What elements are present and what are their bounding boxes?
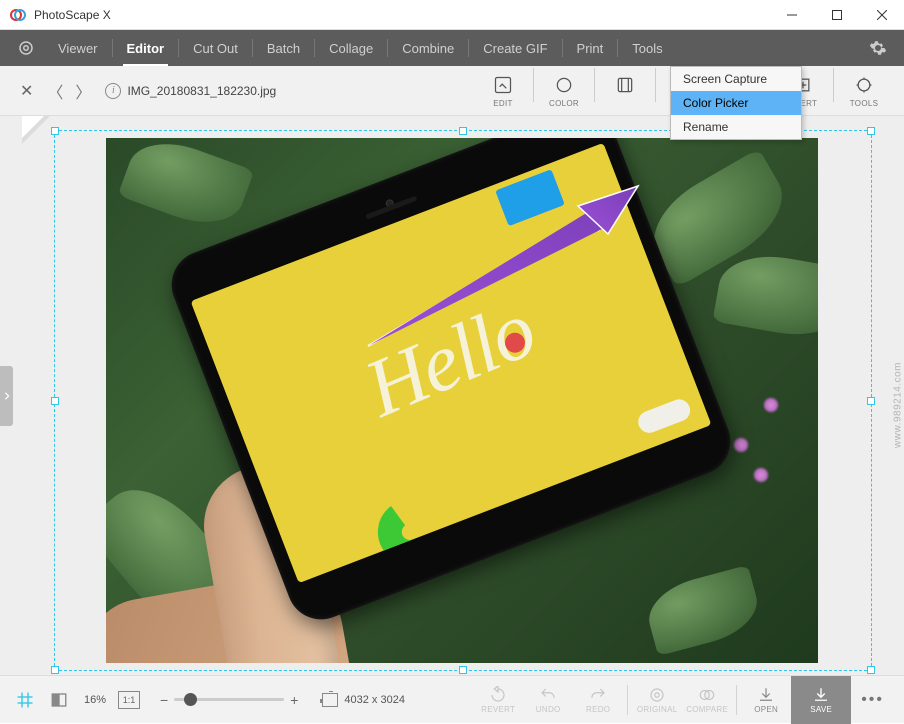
zoom-in-icon[interactable]: + bbox=[284, 692, 304, 708]
bottombar-divider bbox=[736, 685, 737, 715]
menu-editor[interactable]: Editor bbox=[113, 30, 179, 66]
open-button[interactable]: OPEN bbox=[741, 678, 791, 722]
selection-handle[interactable] bbox=[867, 127, 875, 135]
dimensions-text: 4032 x 3024 bbox=[344, 694, 405, 706]
main-menubar: Viewer Editor Cut Out Batch Collage Comb… bbox=[0, 30, 904, 66]
zoom-percentage[interactable]: 16% bbox=[84, 694, 106, 706]
menu-cutout[interactable]: Cut Out bbox=[179, 30, 252, 66]
page-corner-fold-icon bbox=[22, 116, 50, 144]
tools-tool-button[interactable]: TOOLS bbox=[836, 68, 892, 114]
compare-button[interactable]: COMPARE bbox=[682, 678, 732, 722]
zoom-out-icon[interactable]: − bbox=[154, 692, 174, 708]
zoom-actual-size[interactable]: 1:1 bbox=[118, 691, 140, 709]
app-title: PhotoScape X bbox=[34, 8, 769, 22]
crop-grid-icon[interactable] bbox=[10, 685, 40, 715]
toolbar-divider bbox=[533, 68, 534, 102]
dimensions-icon bbox=[322, 693, 338, 707]
window-titlebar: PhotoScape X bbox=[0, 0, 904, 30]
film-tool-button[interactable] bbox=[597, 68, 653, 114]
edit-tool-button[interactable]: EDIT bbox=[475, 68, 531, 114]
menu-creategif[interactable]: Create GIF bbox=[469, 30, 561, 66]
zoom-slider: − + bbox=[154, 692, 304, 708]
prev-image-icon[interactable]: 〈 bbox=[41, 75, 69, 107]
dropdown-color-picker[interactable]: Color Picker bbox=[671, 91, 801, 115]
revert-button[interactable]: REVERT bbox=[473, 678, 523, 722]
app-icon bbox=[10, 7, 26, 23]
split-view-icon[interactable] bbox=[44, 685, 74, 715]
menu-print[interactable]: Print bbox=[563, 30, 618, 66]
menu-tools[interactable]: Tools bbox=[618, 30, 676, 66]
toolbar-divider bbox=[594, 68, 595, 102]
save-button[interactable]: SAVE bbox=[791, 676, 851, 724]
maximize-button[interactable] bbox=[814, 0, 859, 30]
selection-handle[interactable] bbox=[867, 397, 875, 405]
selection-handle[interactable] bbox=[51, 666, 59, 674]
photo-preview[interactable]: Hello bbox=[106, 138, 818, 663]
filename-label: IMG_20180831_182230.jpg bbox=[127, 84, 276, 98]
image-dimensions[interactable]: 4032 x 3024 bbox=[322, 693, 405, 707]
color-tool-button[interactable]: COLOR bbox=[536, 68, 592, 114]
selection-handle[interactable] bbox=[459, 127, 467, 135]
redo-button[interactable]: REDO bbox=[573, 678, 623, 722]
next-image-icon[interactable]: 〉 bbox=[69, 75, 97, 107]
tools-dropdown-menu: Screen Capture Color Picker Rename bbox=[670, 66, 802, 140]
hello-text: Hello bbox=[354, 288, 545, 431]
left-panel-toggle[interactable] bbox=[0, 366, 13, 426]
close-button[interactable] bbox=[859, 0, 904, 30]
selection-handle[interactable] bbox=[51, 397, 59, 405]
menu-combine[interactable]: Combine bbox=[388, 30, 468, 66]
home-icon[interactable] bbox=[8, 39, 44, 57]
zoom-slider-knob[interactable] bbox=[184, 693, 197, 706]
bottombar-divider bbox=[627, 685, 628, 715]
dropdown-screen-capture[interactable]: Screen Capture bbox=[671, 67, 801, 91]
close-file-icon[interactable]: ✕ bbox=[12, 77, 41, 105]
zoom-slider-track[interactable] bbox=[174, 698, 284, 701]
undo-button[interactable]: UNDO bbox=[523, 678, 573, 722]
info-icon: i bbox=[105, 83, 121, 99]
minimize-button[interactable] bbox=[769, 0, 814, 30]
canvas-area[interactable]: Hello bbox=[0, 116, 904, 675]
more-options-icon[interactable]: ••• bbox=[851, 691, 894, 709]
window-controls bbox=[769, 0, 904, 30]
settings-gear-icon[interactable] bbox=[860, 30, 896, 66]
dropdown-rename[interactable]: Rename bbox=[671, 115, 801, 139]
selection-handle[interactable] bbox=[867, 666, 875, 674]
menu-collage[interactable]: Collage bbox=[315, 30, 387, 66]
original-button[interactable]: ORIGINAL bbox=[632, 678, 682, 722]
selection-handle[interactable] bbox=[459, 666, 467, 674]
menu-viewer[interactable]: Viewer bbox=[44, 30, 112, 66]
menu-batch[interactable]: Batch bbox=[253, 30, 314, 66]
file-info[interactable]: i IMG_20180831_182230.jpg bbox=[105, 83, 276, 99]
bottom-toolbar: 16% 1:1 − + 4032 x 3024 REVERT UNDO REDO… bbox=[0, 675, 904, 723]
toolbar-divider bbox=[833, 68, 834, 102]
selection-handle[interactable] bbox=[51, 127, 59, 135]
toolbar-divider bbox=[655, 68, 656, 102]
